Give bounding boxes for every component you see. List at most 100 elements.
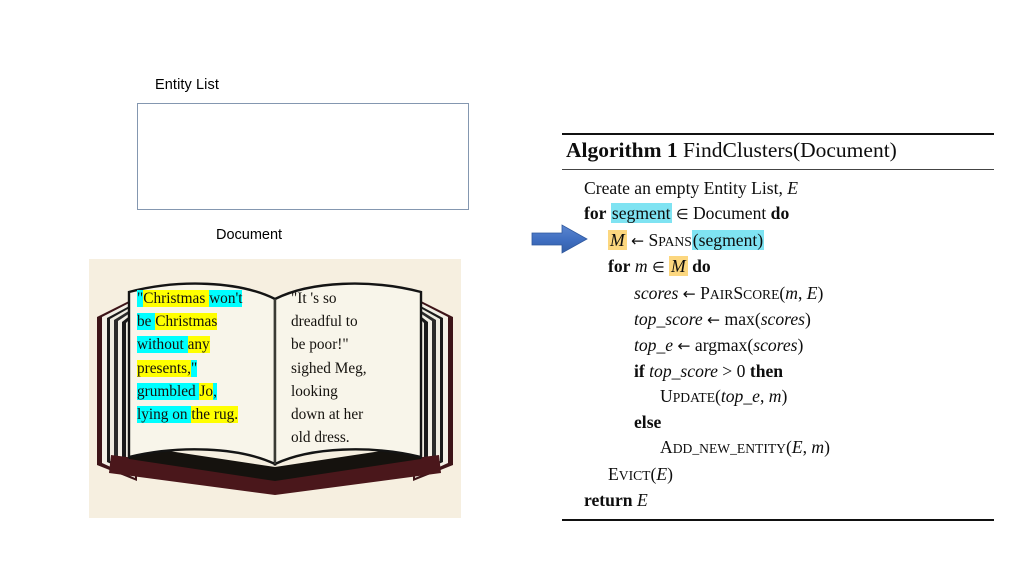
rparen-4: ) (797, 335, 804, 356)
keyword-then: then (749, 361, 784, 382)
proc-pairscore-s: S (733, 282, 744, 303)
book-text-run: old dress. (291, 429, 350, 447)
book-text-run: sighed Meg, (291, 359, 367, 377)
book-line: be Christmas (137, 310, 242, 333)
book-line: without any (137, 333, 242, 356)
var-top-score: top_score (634, 308, 703, 329)
book-text-run: Christmas (143, 290, 206, 307)
arg-E: E (806, 282, 818, 303)
algorithm-line-create-entity-list: Create an empty Entity List, E (562, 176, 994, 201)
return-value-E: E (636, 489, 648, 510)
proc-update-u: U (660, 386, 673, 407)
proc-spans-cap: S (648, 229, 659, 250)
algorithm-body: Create an empty Entity List, E for segme… (562, 170, 994, 519)
proc-pairscore-core: CORE (743, 286, 780, 302)
rparen-5: ) (781, 386, 788, 407)
algorithm-bottom-rule (562, 518, 994, 521)
gt-glyph: > (722, 361, 733, 382)
member-of-glyph-inner: ∈ (652, 259, 665, 276)
highlight-segment: segment (610, 202, 672, 223)
arg-scores-1: scores (760, 308, 806, 329)
var-m: m (634, 255, 648, 276)
algorithm-line-for-m-in-m: for m ∈ M do (562, 254, 994, 281)
comma-2: , (759, 386, 765, 407)
book-text-run: down at her (291, 406, 364, 424)
arg-E-2: E (791, 437, 803, 458)
algorithm-signature: FindClusters(Document) (683, 138, 897, 162)
rparen-6: ) (824, 437, 830, 458)
var-top-score-2: top_score (649, 361, 718, 382)
assign-arrow-glyph: ← (631, 231, 645, 250)
book-text-run: " (190, 359, 198, 377)
book-line: "Christmas won't (137, 287, 243, 310)
algorithm-line-m-spans-segment: M ← SPANS(segment) (562, 228, 994, 254)
func-argmax: argmax (694, 335, 748, 356)
book-line: "It 's so (291, 287, 367, 310)
book-line: looking (291, 380, 367, 403)
algorithm-line-if-top-score: if top_score > 0 then (562, 359, 994, 384)
algorithm-line-scores-pairscore: scores ← PAIRSCORE(m, E) (562, 281, 994, 307)
keyword-return: return (584, 489, 633, 510)
algorithm-line-else: else (562, 410, 994, 435)
func-max: max (724, 308, 755, 329)
algorithm-line-top-score-max: top_score ← max(scores) (562, 307, 994, 333)
keyword-if: if (634, 361, 645, 382)
literal-zero: 0 (736, 361, 746, 382)
token-Document: Document (692, 202, 767, 223)
book-line: presents," (137, 357, 242, 380)
algorithm-line-evict-call: EVICT(E) (562, 462, 994, 488)
member-of-glyph: ∈ (675, 206, 689, 223)
create-text: Create an empty Entity List, (584, 177, 783, 198)
book-text-run: won't (209, 290, 243, 307)
comma-1: , (797, 282, 803, 303)
keyword-do-inner: do (692, 255, 711, 276)
algorithm-line-return-e: return E (562, 488, 994, 513)
book-text-run: , (213, 382, 217, 400)
entity-list-box (137, 103, 469, 210)
book-text-run: any (187, 336, 210, 354)
var-top-e: top_e (634, 335, 674, 356)
proc-add-rest: DD_NEW_ENTITY (672, 441, 786, 457)
book-text-run: without (137, 336, 184, 354)
book-right-page-text: "It 's so dreadful to be poor!" sighed Meg,… (291, 287, 367, 449)
proc-evict-e: E (608, 463, 619, 484)
rparen-2: ) (817, 282, 824, 303)
proc-spans-rest: PANS (658, 233, 692, 249)
proc-pairscore-air: AIR (709, 286, 734, 302)
highlight-M: M (608, 229, 627, 250)
keyword-for: for (584, 202, 607, 223)
book-text-run: looking (291, 382, 338, 400)
proc-add-a: A (660, 437, 673, 458)
arg-scores-2: scores (753, 335, 798, 356)
rparen-3: ) (805, 308, 811, 329)
rparen-7: ) (667, 463, 673, 484)
algorithm-title: Algorithm 1 FindClusters(Document) (562, 135, 994, 169)
book-text-run: Jo (199, 382, 214, 400)
book-text-run: dreadful to (291, 313, 358, 331)
assign-arrow-glyph-3: ← (707, 310, 721, 329)
book-line: grumbled Jo, (137, 380, 242, 403)
book-line: lying on the rug. (137, 403, 242, 426)
book-text-run (183, 336, 188, 354)
arg-E-3: E (656, 463, 668, 484)
arg-top-e: top_e (720, 386, 760, 407)
algorithm-block: Algorithm 1 FindClusters(Document) Creat… (562, 133, 994, 521)
algorithm-line-top-e-argmax: top_e ← argmax(scores) (562, 333, 994, 359)
spans-arg-group: (segment) (691, 229, 765, 250)
comma-3: , (802, 437, 807, 458)
book-line: sighed Meg, (291, 357, 367, 380)
proc-update-rest: PDATE (672, 390, 716, 406)
algorithm-number: Algorithm 1 (566, 138, 678, 162)
book-text-run: grumbled (137, 382, 200, 400)
arg-m-2: m (768, 386, 782, 407)
book-line: be poor!" (291, 333, 367, 356)
keyword-else: else (634, 412, 662, 433)
book-line: down at her (291, 403, 367, 426)
highlight-segment-arg: segment (698, 229, 758, 250)
book-text-run: Christmas (155, 313, 218, 331)
var-scores: scores (634, 282, 679, 303)
book-line: old dress. (291, 426, 367, 449)
book-text-run: the rug. (191, 406, 239, 424)
arg-m: m (785, 282, 798, 303)
algorithm-line-update-call: UPDATE(top_e, m) (562, 384, 994, 410)
